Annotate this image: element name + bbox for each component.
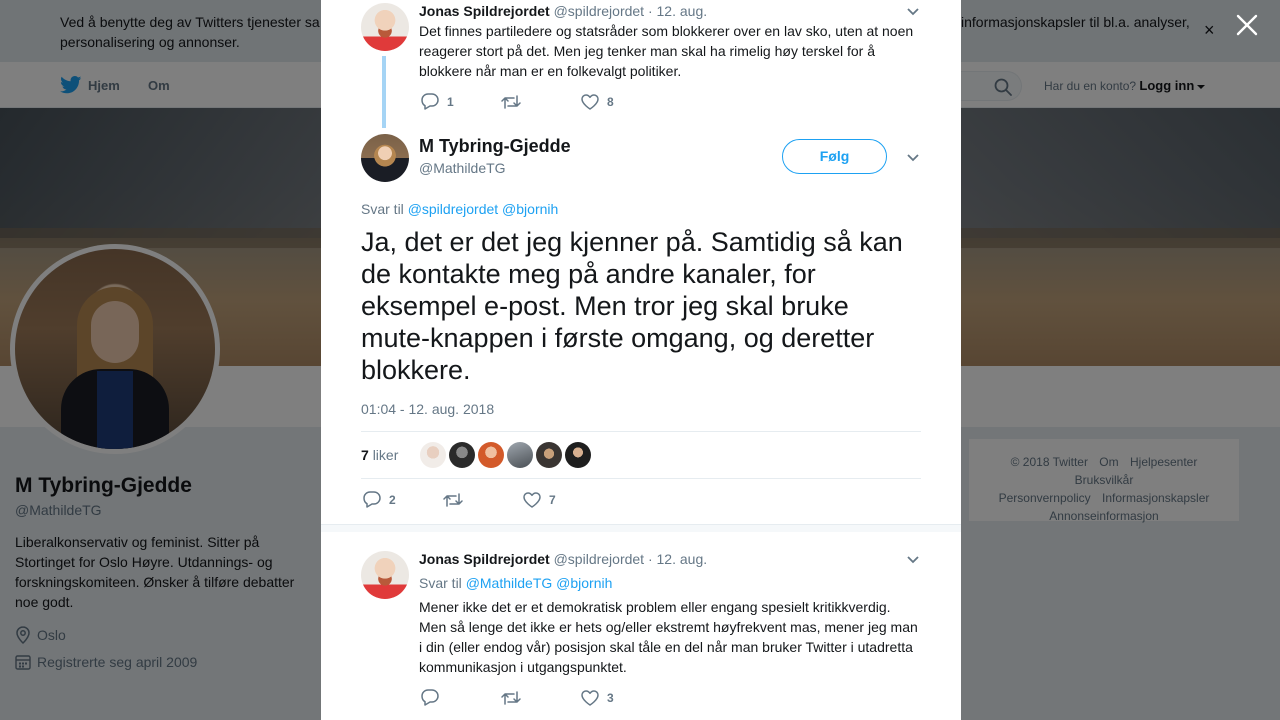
reply-icon xyxy=(363,491,381,508)
reply-to-prefix: Svar til xyxy=(419,575,462,591)
like-button[interactable]: 8 xyxy=(581,93,614,110)
reply-tweet-actions: 3 xyxy=(421,689,614,706)
avatar[interactable] xyxy=(420,442,446,468)
reply-icon xyxy=(421,93,439,110)
reply-to-mentions[interactable]: @spildrejordet @bjornih xyxy=(408,201,559,217)
parent-tweet-author-handle[interactable]: @spildrejordet xyxy=(554,3,644,19)
reply-tweet-date[interactable]: · 12. aug. xyxy=(648,551,707,567)
like-icon xyxy=(523,491,541,508)
reply-to-prefix: Svar til xyxy=(361,201,404,217)
like-icon xyxy=(581,689,599,706)
chevron-down-icon[interactable] xyxy=(906,4,920,18)
parent-tweet-author-name[interactable]: Jonas Spildrejordet xyxy=(419,3,550,19)
avatar[interactable] xyxy=(536,442,562,468)
reply-button[interactable]: 2 xyxy=(363,491,443,508)
like-button[interactable]: 3 xyxy=(581,689,614,706)
avatar[interactable] xyxy=(449,442,475,468)
reply-count: 1 xyxy=(447,94,454,109)
divider xyxy=(321,524,961,532)
main-tweet-author-name[interactable]: M Tybring-Gjedde xyxy=(419,136,571,157)
retweet-button[interactable] xyxy=(443,492,523,508)
like-count: 3 xyxy=(607,690,614,705)
main-tweet-timestamp[interactable]: 01:04 - 12. aug. 2018 xyxy=(361,401,494,417)
main-tweet-reply-to: Svar til @spildrejordet @bjornih xyxy=(361,201,558,217)
reply-tweet-text: Mener ikke det er et demokratisk problem… xyxy=(419,599,918,675)
reply-tweet-author-name[interactable]: Jonas Spildrejordet xyxy=(419,551,550,567)
avatar[interactable] xyxy=(478,442,504,468)
retweet-button[interactable] xyxy=(501,94,581,110)
avatar[interactable] xyxy=(565,442,591,468)
retweet-icon xyxy=(501,690,521,705)
main-tweet-actions: 2 7 xyxy=(363,491,556,508)
parent-tweet-date[interactable]: · 12. aug. xyxy=(648,3,707,19)
reply-icon xyxy=(421,689,439,706)
thread-connector-line xyxy=(382,56,386,128)
parent-tweet-actions: 1 8 xyxy=(421,93,614,110)
like-count: 7 xyxy=(549,492,556,507)
close-icon[interactable] xyxy=(1234,12,1260,38)
like-count: 8 xyxy=(607,94,614,109)
chevron-down-icon[interactable] xyxy=(906,552,920,566)
avatar[interactable] xyxy=(361,3,409,51)
likes-summary[interactable]: 7 liker xyxy=(361,447,398,463)
reply-tweet-author-handle[interactable]: @spildrejordet xyxy=(554,551,644,567)
retweet-icon xyxy=(501,94,521,109)
parent-tweet-text: Det finnes partiledere og statsråder som… xyxy=(419,23,914,79)
like-icon xyxy=(581,93,599,110)
follow-button[interactable]: Følg xyxy=(782,139,887,174)
reply-tweet-reply-to: Svar til @MathildeTG @bjornih xyxy=(419,575,612,591)
avatar[interactable] xyxy=(361,134,409,182)
avatar[interactable] xyxy=(361,551,409,599)
retweet-button[interactable] xyxy=(501,690,581,706)
reply-tweet-header: Jonas Spildrejordet @spildrejordet · 12.… xyxy=(419,551,707,567)
reply-button[interactable]: 1 xyxy=(421,93,501,110)
reply-button[interactable] xyxy=(421,689,501,706)
parent-tweet-header: Jonas Spildrejordet @spildrejordet · 12.… xyxy=(419,3,707,19)
main-tweet-stats: 7 liker xyxy=(361,431,921,479)
reply-to-mentions[interactable]: @MathildeTG @bjornih xyxy=(466,575,613,591)
retweet-icon xyxy=(443,492,463,507)
reply-count: 2 xyxy=(389,492,396,507)
avatar[interactable] xyxy=(507,442,533,468)
likes-summary-label: liker xyxy=(372,447,399,463)
main-tweet-author-handle[interactable]: @MathildeTG xyxy=(419,160,506,176)
likes-summary-count: 7 xyxy=(361,447,369,463)
chevron-down-icon[interactable] xyxy=(906,150,920,164)
like-button[interactable]: 7 xyxy=(523,491,556,508)
main-tweet-text: Ja, det er det jeg kjenner på. Samtidig … xyxy=(361,227,903,385)
